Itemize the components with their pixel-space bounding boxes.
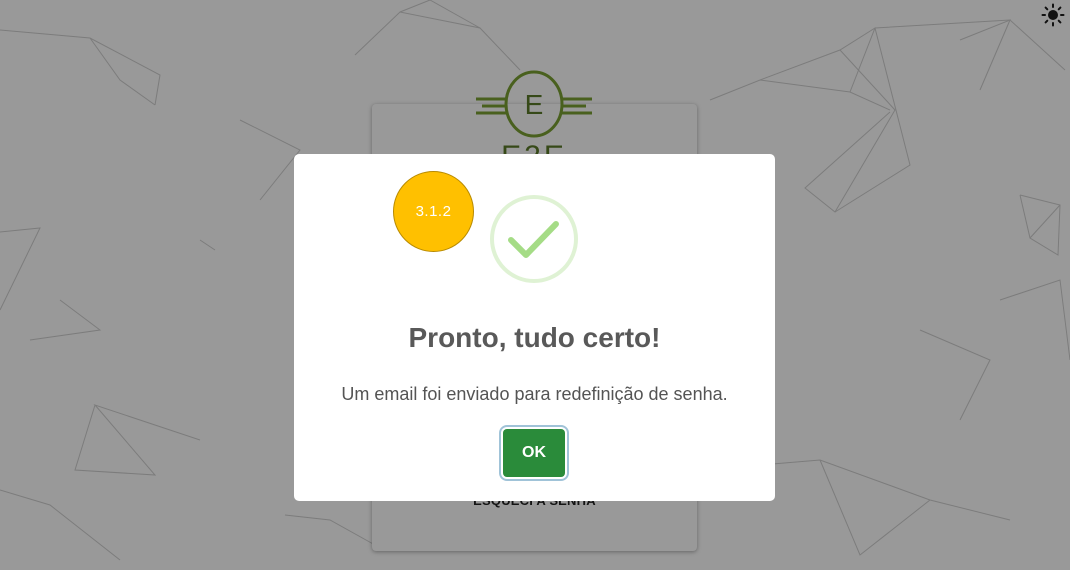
version-badge: 3.1.2 xyxy=(393,171,474,252)
sun-icon xyxy=(1041,3,1065,27)
ok-button[interactable]: OK xyxy=(503,429,565,477)
dialog-message: Um email foi enviado para redefinição de… xyxy=(341,384,728,404)
version-label: 3.1.2 xyxy=(415,203,452,220)
dialog-title: Pronto, tudo certo! xyxy=(408,322,661,353)
theme-toggle-button[interactable] xyxy=(1040,2,1066,28)
checkmark-icon xyxy=(490,195,578,283)
